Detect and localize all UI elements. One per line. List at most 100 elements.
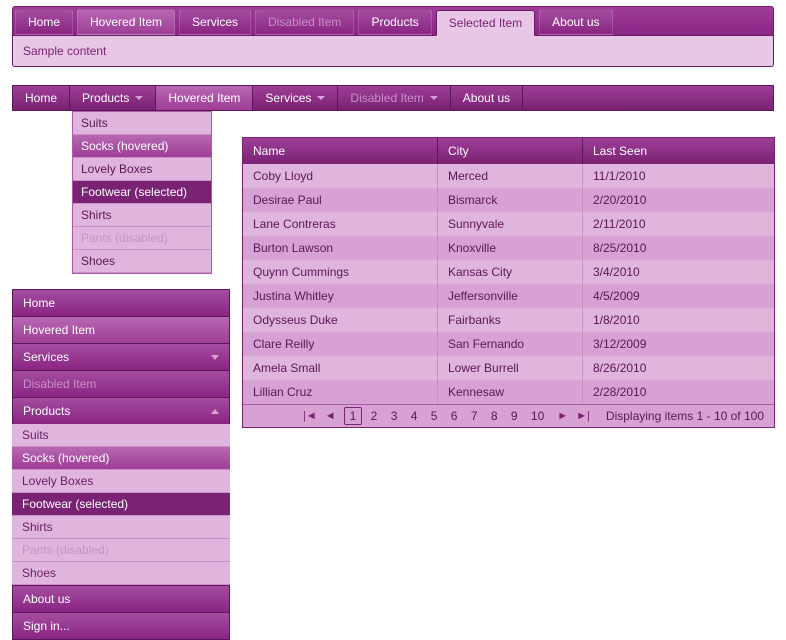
tab-content: Sample content — [12, 36, 774, 67]
page-10[interactable]: 10 — [526, 408, 549, 424]
cell: Odysseus Duke — [243, 308, 438, 332]
cell: San Fernando — [438, 332, 583, 356]
table-row[interactable]: Justina WhitleyJeffersonville4/5/2009 — [243, 284, 774, 308]
cell: Jeffersonville — [438, 284, 583, 308]
tab-about[interactable]: About us — [539, 9, 612, 35]
page-next-icon[interactable]: ► — [557, 410, 568, 422]
cell: 1/8/2010 — [583, 308, 774, 332]
page-2[interactable]: 2 — [366, 408, 383, 424]
chevron-down-icon — [430, 96, 438, 100]
cell: Amela Small — [243, 356, 438, 380]
tab-selected[interactable]: Selected Item — [436, 10, 535, 36]
vmenu-hovered[interactable]: Hovered Item — [12, 316, 230, 344]
tab-hovered[interactable]: Hovered Item — [77, 9, 175, 35]
page-1[interactable]: 1 — [344, 407, 363, 425]
tab-services[interactable]: Services — [179, 9, 251, 35]
page-prev-icon[interactable]: ◄ — [325, 410, 336, 422]
submenu-item-pants: Pants (disabled) — [73, 227, 211, 250]
cell: 2/20/2010 — [583, 188, 774, 212]
page-4[interactable]: 4 — [406, 408, 423, 424]
submenu-item-shirts[interactable]: Shirts — [73, 204, 211, 227]
cell: Burton Lawson — [243, 236, 438, 260]
hmenu-home[interactable]: Home — [13, 86, 70, 110]
submenu-products: Suits Socks (hovered) Lovely Boxes Footw… — [72, 111, 212, 274]
tab-home[interactable]: Home — [15, 9, 73, 35]
col-city[interactable]: City — [438, 138, 583, 164]
page-6[interactable]: 6 — [446, 408, 463, 424]
hmenu-products-label: Products — [82, 91, 129, 105]
cell: Desirae Paul — [243, 188, 438, 212]
pager-info: Displaying items 1 - 10 of 100 — [606, 409, 764, 423]
cell: 2/28/2010 — [583, 380, 774, 404]
hmenu-services-label: Services — [265, 91, 311, 105]
submenu-item-boxes[interactable]: Lovely Boxes — [73, 158, 211, 181]
cell: Clare Reilly — [243, 332, 438, 356]
cell: Coby Lloyd — [243, 164, 438, 188]
cell: Sunnyvale — [438, 212, 583, 236]
page-3[interactable]: 3 — [386, 408, 403, 424]
col-lastseen[interactable]: Last Seen — [583, 138, 774, 164]
page-7[interactable]: 7 — [466, 408, 483, 424]
page-5[interactable]: 5 — [426, 408, 443, 424]
tab-disabled: Disabled Item — [255, 9, 354, 35]
cell: 3/12/2009 — [583, 332, 774, 356]
vmenu-about[interactable]: About us — [12, 585, 230, 613]
col-name[interactable]: Name — [243, 138, 438, 164]
table-row[interactable]: Coby LloydMerced11/1/2010 — [243, 164, 774, 188]
vmenu-services-label: Services — [23, 350, 69, 364]
submenu-item-suits[interactable]: Suits — [73, 112, 211, 135]
table-row[interactable]: Desirae PaulBismarck2/20/2010 — [243, 188, 774, 212]
cell: 8/25/2010 — [583, 236, 774, 260]
page-first-icon[interactable]: |◄ — [303, 410, 317, 422]
vsub-shirts[interactable]: Shirts — [12, 516, 230, 539]
vsub-boxes[interactable]: Lovely Boxes — [12, 470, 230, 493]
table-row[interactable]: Amela SmallLower Burrell8/26/2010 — [243, 356, 774, 380]
cell: Kansas City — [438, 260, 583, 284]
vsub-socks[interactable]: Socks (hovered) — [12, 447, 230, 470]
page-9[interactable]: 9 — [506, 408, 523, 424]
vsub-footwear[interactable]: Footwear (selected) — [12, 493, 230, 516]
submenu-item-socks[interactable]: Socks (hovered) — [73, 135, 211, 158]
chevron-up-icon — [211, 409, 219, 414]
data-grid: Name City Last Seen Coby LloydMerced11/1… — [242, 137, 775, 428]
tab-products[interactable]: Products — [358, 9, 431, 35]
hmenu-disabled-label: Disabled Item — [350, 91, 423, 105]
cell: 2/11/2010 — [583, 212, 774, 236]
vmenu-signin[interactable]: Sign in... — [12, 612, 230, 640]
hmenu-hovered[interactable]: Hovered Item — [156, 86, 253, 110]
page-8[interactable]: 8 — [486, 408, 503, 424]
horizontal-menu: Home Products Hovered Item Services Disa… — [12, 85, 774, 111]
pager: |◄ ◄ 1 2 3 4 5 6 7 8 9 10 ► ►| Displayin… — [243, 404, 774, 427]
hmenu-about[interactable]: About us — [451, 86, 523, 110]
chevron-down-icon — [211, 355, 219, 360]
vsub-suits[interactable]: Suits — [12, 424, 230, 447]
table-row[interactable]: Burton LawsonKnoxville8/25/2010 — [243, 236, 774, 260]
table-row[interactable]: Lillian CruzKennesaw2/28/2010 — [243, 380, 774, 404]
cell: 4/5/2009 — [583, 284, 774, 308]
hmenu-disabled: Disabled Item — [338, 86, 450, 110]
cell: Fairbanks — [438, 308, 583, 332]
table-row[interactable]: Quynn CummingsKansas City3/4/2010 — [243, 260, 774, 284]
table-row[interactable]: Odysseus DukeFairbanks1/8/2010 — [243, 308, 774, 332]
cell: Lillian Cruz — [243, 380, 438, 404]
vmenu-disabled: Disabled Item — [12, 370, 230, 398]
cell: Knoxville — [438, 236, 583, 260]
cell: Kennesaw — [438, 380, 583, 404]
hmenu-products[interactable]: Products — [70, 86, 156, 110]
cell: 11/1/2010 — [583, 164, 774, 188]
cell: Bismarck — [438, 188, 583, 212]
vsub-shoes[interactable]: Shoes — [12, 562, 230, 585]
vsub-pants: Pants (disabled) — [12, 539, 230, 562]
hmenu-services[interactable]: Services — [253, 86, 338, 110]
submenu-item-footwear[interactable]: Footwear (selected) — [73, 181, 211, 204]
table-row[interactable]: Lane ContrerasSunnyvale2/11/2010 — [243, 212, 774, 236]
vmenu-home[interactable]: Home — [12, 289, 230, 317]
vmenu-products[interactable]: Products — [12, 397, 230, 425]
submenu-item-shoes[interactable]: Shoes — [73, 250, 211, 273]
cell: 3/4/2010 — [583, 260, 774, 284]
tab-bar: Home Hovered Item Services Disabled Item… — [12, 6, 774, 36]
vmenu-services[interactable]: Services — [12, 343, 230, 371]
page-last-icon[interactable]: ►| — [576, 410, 590, 422]
grid-body: Coby LloydMerced11/1/2010Desirae PaulBis… — [243, 164, 774, 404]
table-row[interactable]: Clare ReillySan Fernando3/12/2009 — [243, 332, 774, 356]
